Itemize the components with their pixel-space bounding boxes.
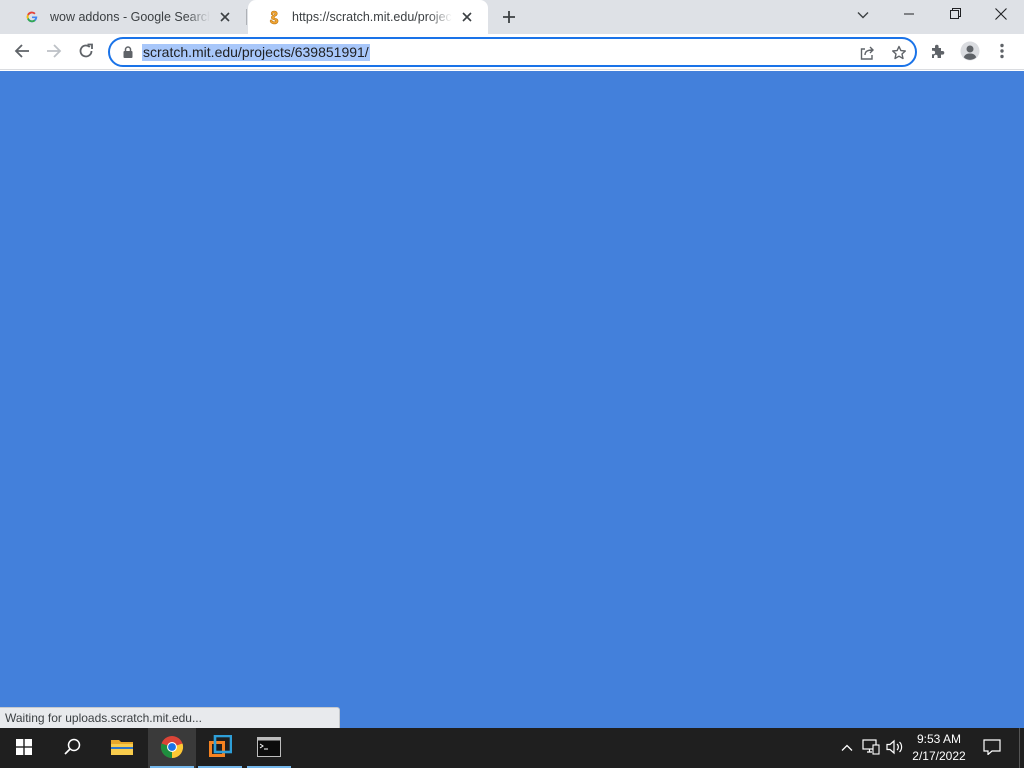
share-icon[interactable] — [856, 42, 878, 64]
show-desktop-button[interactable] — [1019, 728, 1024, 768]
extensions-button[interactable] — [924, 38, 952, 66]
notification-icon — [983, 738, 1001, 758]
status-bubble: Waiting for uploads.scratch.mit.edu... — [0, 707, 340, 728]
extensions-puzzle-icon — [930, 43, 946, 62]
address-bar[interactable]: scratch.mit.edu/projects/639851991/ — [108, 37, 917, 67]
chevron-up-icon — [841, 741, 853, 755]
tab-google-search[interactable]: wow addons - Google Search — [6, 0, 246, 34]
reload-button[interactable] — [72, 38, 100, 66]
file-explorer-button[interactable] — [98, 728, 146, 768]
virtualbox-button[interactable] — [196, 728, 244, 768]
restore-icon — [949, 8, 961, 22]
lock-icon[interactable] — [121, 45, 135, 59]
volume-icon — [886, 739, 904, 758]
close-icon — [995, 7, 1007, 23]
forward-arrow-icon — [46, 43, 62, 62]
taskbar-search-button[interactable] — [48, 728, 96, 768]
minimize-button[interactable] — [886, 0, 932, 30]
tab-scratch-project[interactable]: https://scratch.mit.edu/projects/63985 — [248, 0, 488, 34]
tab-title: https://scratch.mit.edu/projects/63985 — [292, 10, 452, 24]
url-text[interactable]: scratch.mit.edu/projects/639851991/ — [142, 44, 370, 61]
clock-date: 2/17/2022 — [912, 749, 966, 763]
start-button[interactable] — [0, 728, 48, 768]
browser-toolbar: scratch.mit.edu/projects/639851991/ — [0, 34, 1024, 70]
minimize-icon — [904, 8, 914, 22]
forward-button[interactable] — [40, 38, 68, 66]
reload-icon — [78, 43, 94, 62]
profile-avatar-icon — [960, 41, 980, 64]
tab-search-button[interactable] — [840, 0, 886, 30]
google-g-icon — [24, 9, 40, 25]
back-arrow-icon — [14, 43, 30, 62]
scratch-icon — [266, 9, 282, 25]
search-icon — [63, 738, 81, 758]
volume-button[interactable] — [884, 728, 906, 768]
page-content[interactable] — [0, 71, 1024, 728]
chevron-down-icon — [857, 8, 869, 22]
more-vert-icon — [1000, 43, 1004, 62]
new-tab-button[interactable] — [497, 6, 521, 30]
clock-time: 9:53 AM — [916, 732, 962, 746]
tab-divider — [246, 9, 247, 25]
terminal-button[interactable] — [245, 728, 293, 768]
plus-icon — [502, 10, 516, 27]
close-icon[interactable] — [216, 8, 234, 26]
network-button[interactable] — [860, 728, 882, 768]
tab-strip: wow addons - Google Search https://scrat… — [0, 0, 1024, 34]
chrome-icon — [160, 735, 184, 762]
window-close-button[interactable] — [978, 0, 1024, 30]
star-icon[interactable] — [888, 42, 910, 64]
chrome-menu-button[interactable] — [988, 38, 1016, 66]
tab-title: wow addons - Google Search — [50, 10, 210, 24]
restore-button[interactable] — [932, 0, 978, 30]
close-icon[interactable] — [458, 8, 476, 26]
folder-icon — [110, 737, 134, 760]
windows-taskbar: 9:53 AM 2/17/2022 — [0, 728, 1024, 768]
show-hidden-icons-button[interactable] — [838, 728, 856, 768]
back-button[interactable] — [8, 38, 36, 66]
network-icon — [862, 738, 880, 758]
command-prompt-icon — [257, 736, 281, 760]
taskbar-clock[interactable]: 9:53 AM 2/17/2022 — [908, 731, 970, 765]
virtualbox-icon — [208, 734, 233, 762]
action-center-button[interactable] — [978, 728, 1006, 768]
profile-button[interactable] — [956, 38, 984, 66]
windows-logo-icon — [16, 738, 32, 758]
chrome-taskbar-button[interactable] — [148, 728, 196, 768]
